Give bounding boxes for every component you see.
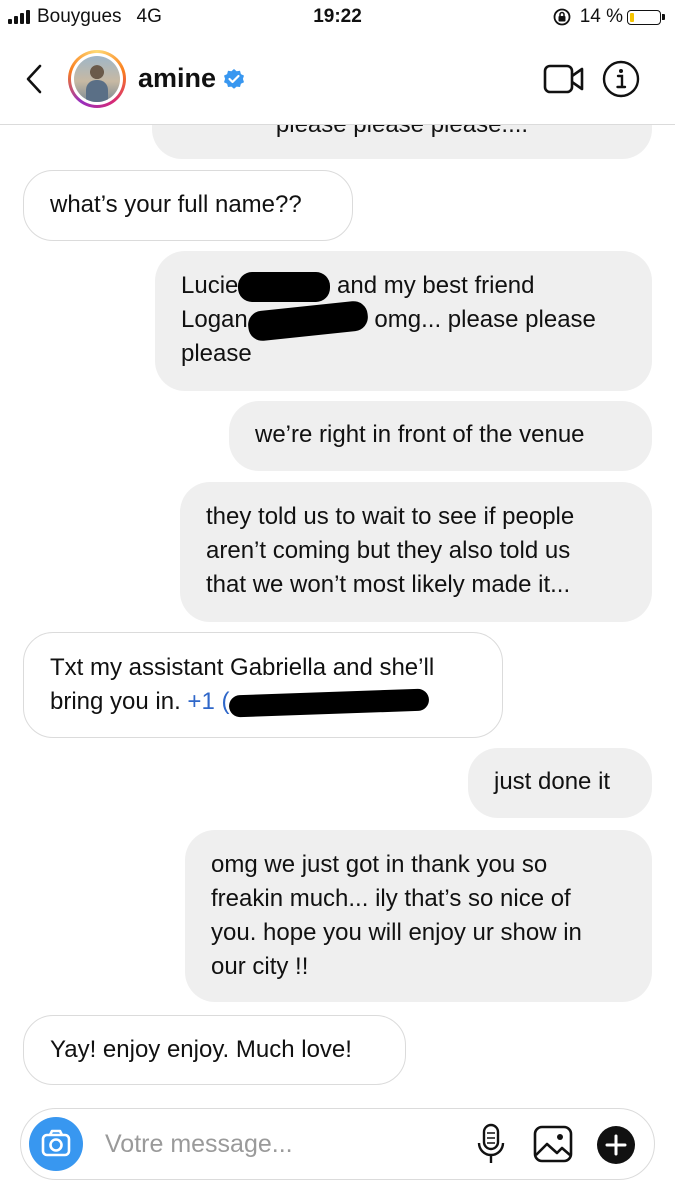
battery-icon <box>627 9 661 25</box>
message-outgoing[interactable]: omg we just got in thank you so freakin … <box>185 830 652 1002</box>
back-chevron-icon[interactable] <box>22 62 48 96</box>
microphone-icon[interactable] <box>476 1122 506 1166</box>
redaction-mark <box>238 271 331 302</box>
avatar-photo <box>74 56 120 102</box>
message-outgoing[interactable]: just done it <box>468 748 652 818</box>
message-thread[interactable]: please please please.... what’s your ful… <box>0 125 675 1100</box>
add-content-icon[interactable] <box>596 1125 636 1165</box>
message-incoming[interactable]: Yay! enjoy enjoy. Much love! <box>23 1015 406 1085</box>
message-text: please please please.... <box>178 125 626 142</box>
camera-icon <box>41 1129 71 1157</box>
message-line: bring you in. +1 ( <box>50 685 476 719</box>
message-text: Lucie <box>181 272 239 299</box>
redaction-mark <box>229 688 430 718</box>
rotation-lock-icon <box>553 8 571 26</box>
message-outgoing[interactable]: they told us to wait to see if people ar… <box>180 482 652 622</box>
avatar[interactable] <box>68 50 126 108</box>
message-composer <box>20 1108 655 1180</box>
message-outgoing[interactable]: Lucie and my best friend Logan omg... pl… <box>155 251 652 391</box>
message-text: just done it <box>494 768 611 795</box>
message-incoming[interactable]: what’s your full name?? <box>23 170 353 241</box>
phone-number-link[interactable]: +1 ( <box>187 688 229 715</box>
message-text: aren’t coming but they also told us <box>206 537 571 564</box>
message-text: omg we just got in thank you so <box>211 851 548 878</box>
battery-percent: 14 % <box>579 6 623 27</box>
message-text: Txt my assistant Gabriella and she’ll <box>50 654 435 681</box>
message-line: Logan omg... please please <box>181 299 626 342</box>
message-text: omg... please please <box>374 306 596 333</box>
verified-badge-icon <box>224 69 244 89</box>
battery-tip-icon <box>662 14 665 20</box>
redaction-mark <box>246 299 369 342</box>
message-text: bring you in. <box>50 688 181 715</box>
message-outgoing[interactable]: we’re right in front of the venue <box>229 401 652 471</box>
message-text: that we won’t most likely made it... <box>206 571 571 598</box>
message-text: our city !! <box>211 953 309 980</box>
message-incoming[interactable]: Txt my assistant Gabriella and she’ll br… <box>23 632 503 738</box>
contact-name[interactable]: amine <box>138 63 216 94</box>
message-text: freakin much... ily that’s so nice of <box>211 885 571 912</box>
message-outgoing[interactable]: please please please.... <box>152 125 652 159</box>
gallery-icon[interactable] <box>533 1125 573 1163</box>
message-text: Yay! enjoy enjoy. Much love! <box>50 1036 352 1063</box>
message-text: and my best friend <box>337 272 535 299</box>
message-input[interactable] <box>105 1127 465 1161</box>
video-call-icon[interactable] <box>543 63 585 95</box>
camera-button[interactable] <box>29 1117 83 1171</box>
message-text: you. hope you will enjoy ur show in <box>211 919 582 946</box>
message-text: what’s your full name?? <box>50 191 302 218</box>
message-text: please <box>181 340 252 367</box>
status-bar: Bouygues 4G 19:22 14 % <box>0 0 675 36</box>
message-line: Lucie and my best friend <box>181 269 626 303</box>
info-icon[interactable] <box>602 60 640 98</box>
message-text: they told us to wait to see if people <box>206 503 575 530</box>
message-text: Logan <box>181 306 248 333</box>
conversation-header: amine <box>0 36 675 125</box>
dm-screen: Bouygues 4G 19:22 14 % amine what’s your… <box>0 0 675 1200</box>
message-text: we’re right in front of the venue <box>255 421 585 448</box>
status-right: 14 % <box>552 6 665 28</box>
